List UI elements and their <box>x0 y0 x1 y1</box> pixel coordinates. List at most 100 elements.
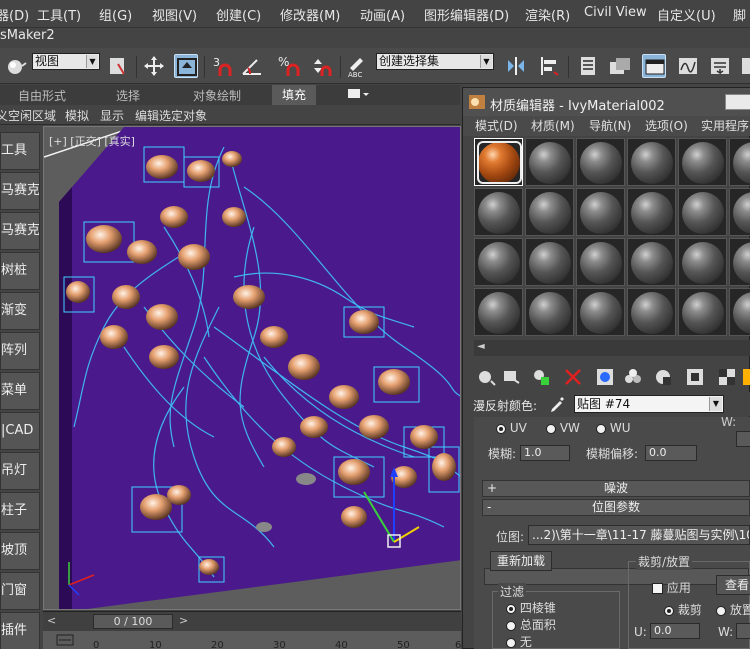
sample-slot[interactable] <box>525 188 574 236</box>
sample-slot[interactable] <box>729 288 750 336</box>
sample-slot-selected[interactable] <box>474 138 523 186</box>
time-prev-button[interactable]: < <box>47 614 56 627</box>
w2-field[interactable] <box>736 623 750 639</box>
scroll-left-arrow[interactable]: ◄ <box>477 341 485 352</box>
cmd-mosaic-2[interactable]: 马赛克 <box>0 212 40 250</box>
cmd-slope-roof[interactable]: 坡顶 <box>0 532 40 570</box>
track-bar[interactable]: 0 10 20 30 40 50 60 <box>43 631 468 649</box>
menu-item[interactable]: 器(D) <box>0 5 29 24</box>
put-to-library-icon[interactable] <box>623 367 643 387</box>
u-field[interactable]: 0.0 <box>650 623 700 639</box>
viewport-label[interactable]: [+] [正交] [真实] <box>49 133 135 149</box>
menu-views[interactable]: 视图(V) <box>152 5 197 24</box>
sample-slot[interactable] <box>576 288 625 336</box>
tab-selection[interactable]: 选择 <box>116 87 140 104</box>
sample-slot[interactable] <box>525 138 574 186</box>
angle-snap-icon[interactable] <box>240 54 264 78</box>
time-next-button[interactable]: > <box>179 614 188 627</box>
wu-radio[interactable]: WU <box>596 421 630 435</box>
sample-slot[interactable] <box>525 288 574 336</box>
sample-slot[interactable] <box>678 238 727 286</box>
me-menu-navigation[interactable]: 导航(N) <box>589 117 631 134</box>
cmd-stump[interactable]: 树桩 <box>0 252 40 290</box>
cmd-tools[interactable]: 工具 <box>0 132 40 170</box>
sample-slot[interactable] <box>576 138 625 186</box>
display-button[interactable]: 显示 <box>100 107 124 124</box>
cmd-gradient[interactable]: 渐变 <box>0 292 40 330</box>
viewport-front[interactable]: [+] [正交] [真实] <box>43 126 461 610</box>
put-to-scene-icon[interactable] <box>501 367 521 387</box>
schematic-view-icon[interactable] <box>708 54 732 78</box>
tab-object-paint[interactable]: 对象绘制 <box>193 87 241 104</box>
cmd-plugins[interactable]: 插件 <box>0 612 40 649</box>
filter-none-radio[interactable]: 无 <box>506 633 532 649</box>
tab-freeform[interactable]: 自由形式 <box>18 87 66 104</box>
show-map-in-viewport-icon[interactable] <box>685 367 705 387</box>
sample-slot[interactable] <box>627 138 676 186</box>
slots-scrollbar[interactable]: ◄ <box>474 340 750 356</box>
align-icon[interactable] <box>538 54 562 78</box>
menu-civil-view[interactable]: Civil View <box>584 5 647 20</box>
bitmap-path-button[interactable]: ...2)\第十一章\11-17 藤蔓贴图与实例\1017 <box>528 525 750 545</box>
mirror-icon[interactable] <box>504 54 528 78</box>
cmd-menu[interactable]: 菜单 <box>0 372 40 410</box>
blur-field[interactable]: 1.0 <box>520 445 570 461</box>
layer-manager-icon[interactable] <box>576 54 600 78</box>
material-editor-icon[interactable] <box>740 54 750 78</box>
menu-graph-editors[interactable]: 图形编辑器(D) <box>424 5 509 24</box>
make-unique-icon[interactable] <box>595 367 615 387</box>
time-slider[interactable]: 0 / 100 <box>93 614 173 629</box>
go-to-parent-icon[interactable] <box>741 367 750 387</box>
get-material-icon[interactable] <box>477 367 497 387</box>
percent-snap-icon[interactable]: % <box>276 54 300 78</box>
sample-slot[interactable] <box>678 188 727 236</box>
vw-radio[interactable]: VW <box>546 421 580 435</box>
cmd-doors-windows[interactable]: 门窗 <box>0 572 40 610</box>
sample-slot[interactable] <box>678 138 727 186</box>
view-dropdown[interactable]: 视图 ▼ <box>32 53 100 70</box>
menu-group[interactable]: 组(G) <box>99 5 132 24</box>
cmd-array[interactable]: 阵列 <box>0 332 40 370</box>
sample-slot[interactable] <box>627 238 676 286</box>
sample-slot[interactable] <box>474 188 523 236</box>
spinner-snap-icon[interactable] <box>308 54 332 78</box>
apply-checkbox[interactable]: 应用 <box>652 579 691 596</box>
scene-explorer-icon[interactable] <box>608 54 632 78</box>
minimize-button[interactable] <box>725 94 750 110</box>
sample-slot[interactable] <box>576 238 625 286</box>
teapot-icon[interactable] <box>4 54 28 78</box>
move-icon[interactable] <box>142 54 166 78</box>
sample-slot[interactable] <box>729 188 750 236</box>
menu-scripting[interactable]: 脚 <box>733 5 746 24</box>
sample-slot[interactable] <box>627 188 676 236</box>
sample-slot[interactable] <box>729 238 750 286</box>
cmd-column[interactable]: 柱子 <box>0 492 40 530</box>
curve-editor-icon[interactable] <box>676 54 700 78</box>
cmd-cad[interactable]: |CAD <box>0 412 40 450</box>
me-menu-utilities[interactable]: 实用程序( <box>701 117 750 134</box>
material-editor-titlebar[interactable]: 材质编辑器 - IvyMaterial002 <box>463 88 750 116</box>
sample-slot[interactable] <box>678 288 727 336</box>
place-radio[interactable]: 放置 <box>716 601 750 618</box>
menu-tools[interactable]: 工具(T) <box>37 5 81 24</box>
show-end-result-icon[interactable] <box>717 367 737 387</box>
cmd-chandelier[interactable]: 吊灯 <box>0 452 40 490</box>
cmd-mosaic-1[interactable]: 马赛克 <box>0 172 40 210</box>
edit-selected-objects[interactable]: 编辑选定对象 <box>135 107 207 124</box>
simulate-button[interactable]: 模拟 <box>65 107 89 124</box>
sample-slot[interactable] <box>474 238 523 286</box>
me-menu-material[interactable]: 材质(M) <box>531 117 575 134</box>
filter-pyramidal-radio[interactable]: 四棱锥 <box>506 599 556 616</box>
blur-offset-field[interactable]: 0.0 <box>645 445 697 461</box>
noise-rollout-header[interactable]: + 噪波 <box>482 480 750 497</box>
edit-named-selection-icon[interactable]: ABC <box>346 54 370 78</box>
select-filter-icon[interactable] <box>106 54 130 78</box>
menu-animation[interactable]: 动画(A) <box>360 5 405 24</box>
select-place-icon[interactable] <box>174 54 198 78</box>
reset-map-icon[interactable] <box>563 367 583 387</box>
filter-summed-area-radio[interactable]: 总面积 <box>506 616 556 633</box>
eyedropper-icon[interactable] <box>549 396 565 412</box>
reload-button[interactable]: 重新加载 <box>490 551 552 571</box>
sample-slot[interactable] <box>729 138 750 186</box>
menu-create[interactable]: 创建(C) <box>216 5 261 24</box>
